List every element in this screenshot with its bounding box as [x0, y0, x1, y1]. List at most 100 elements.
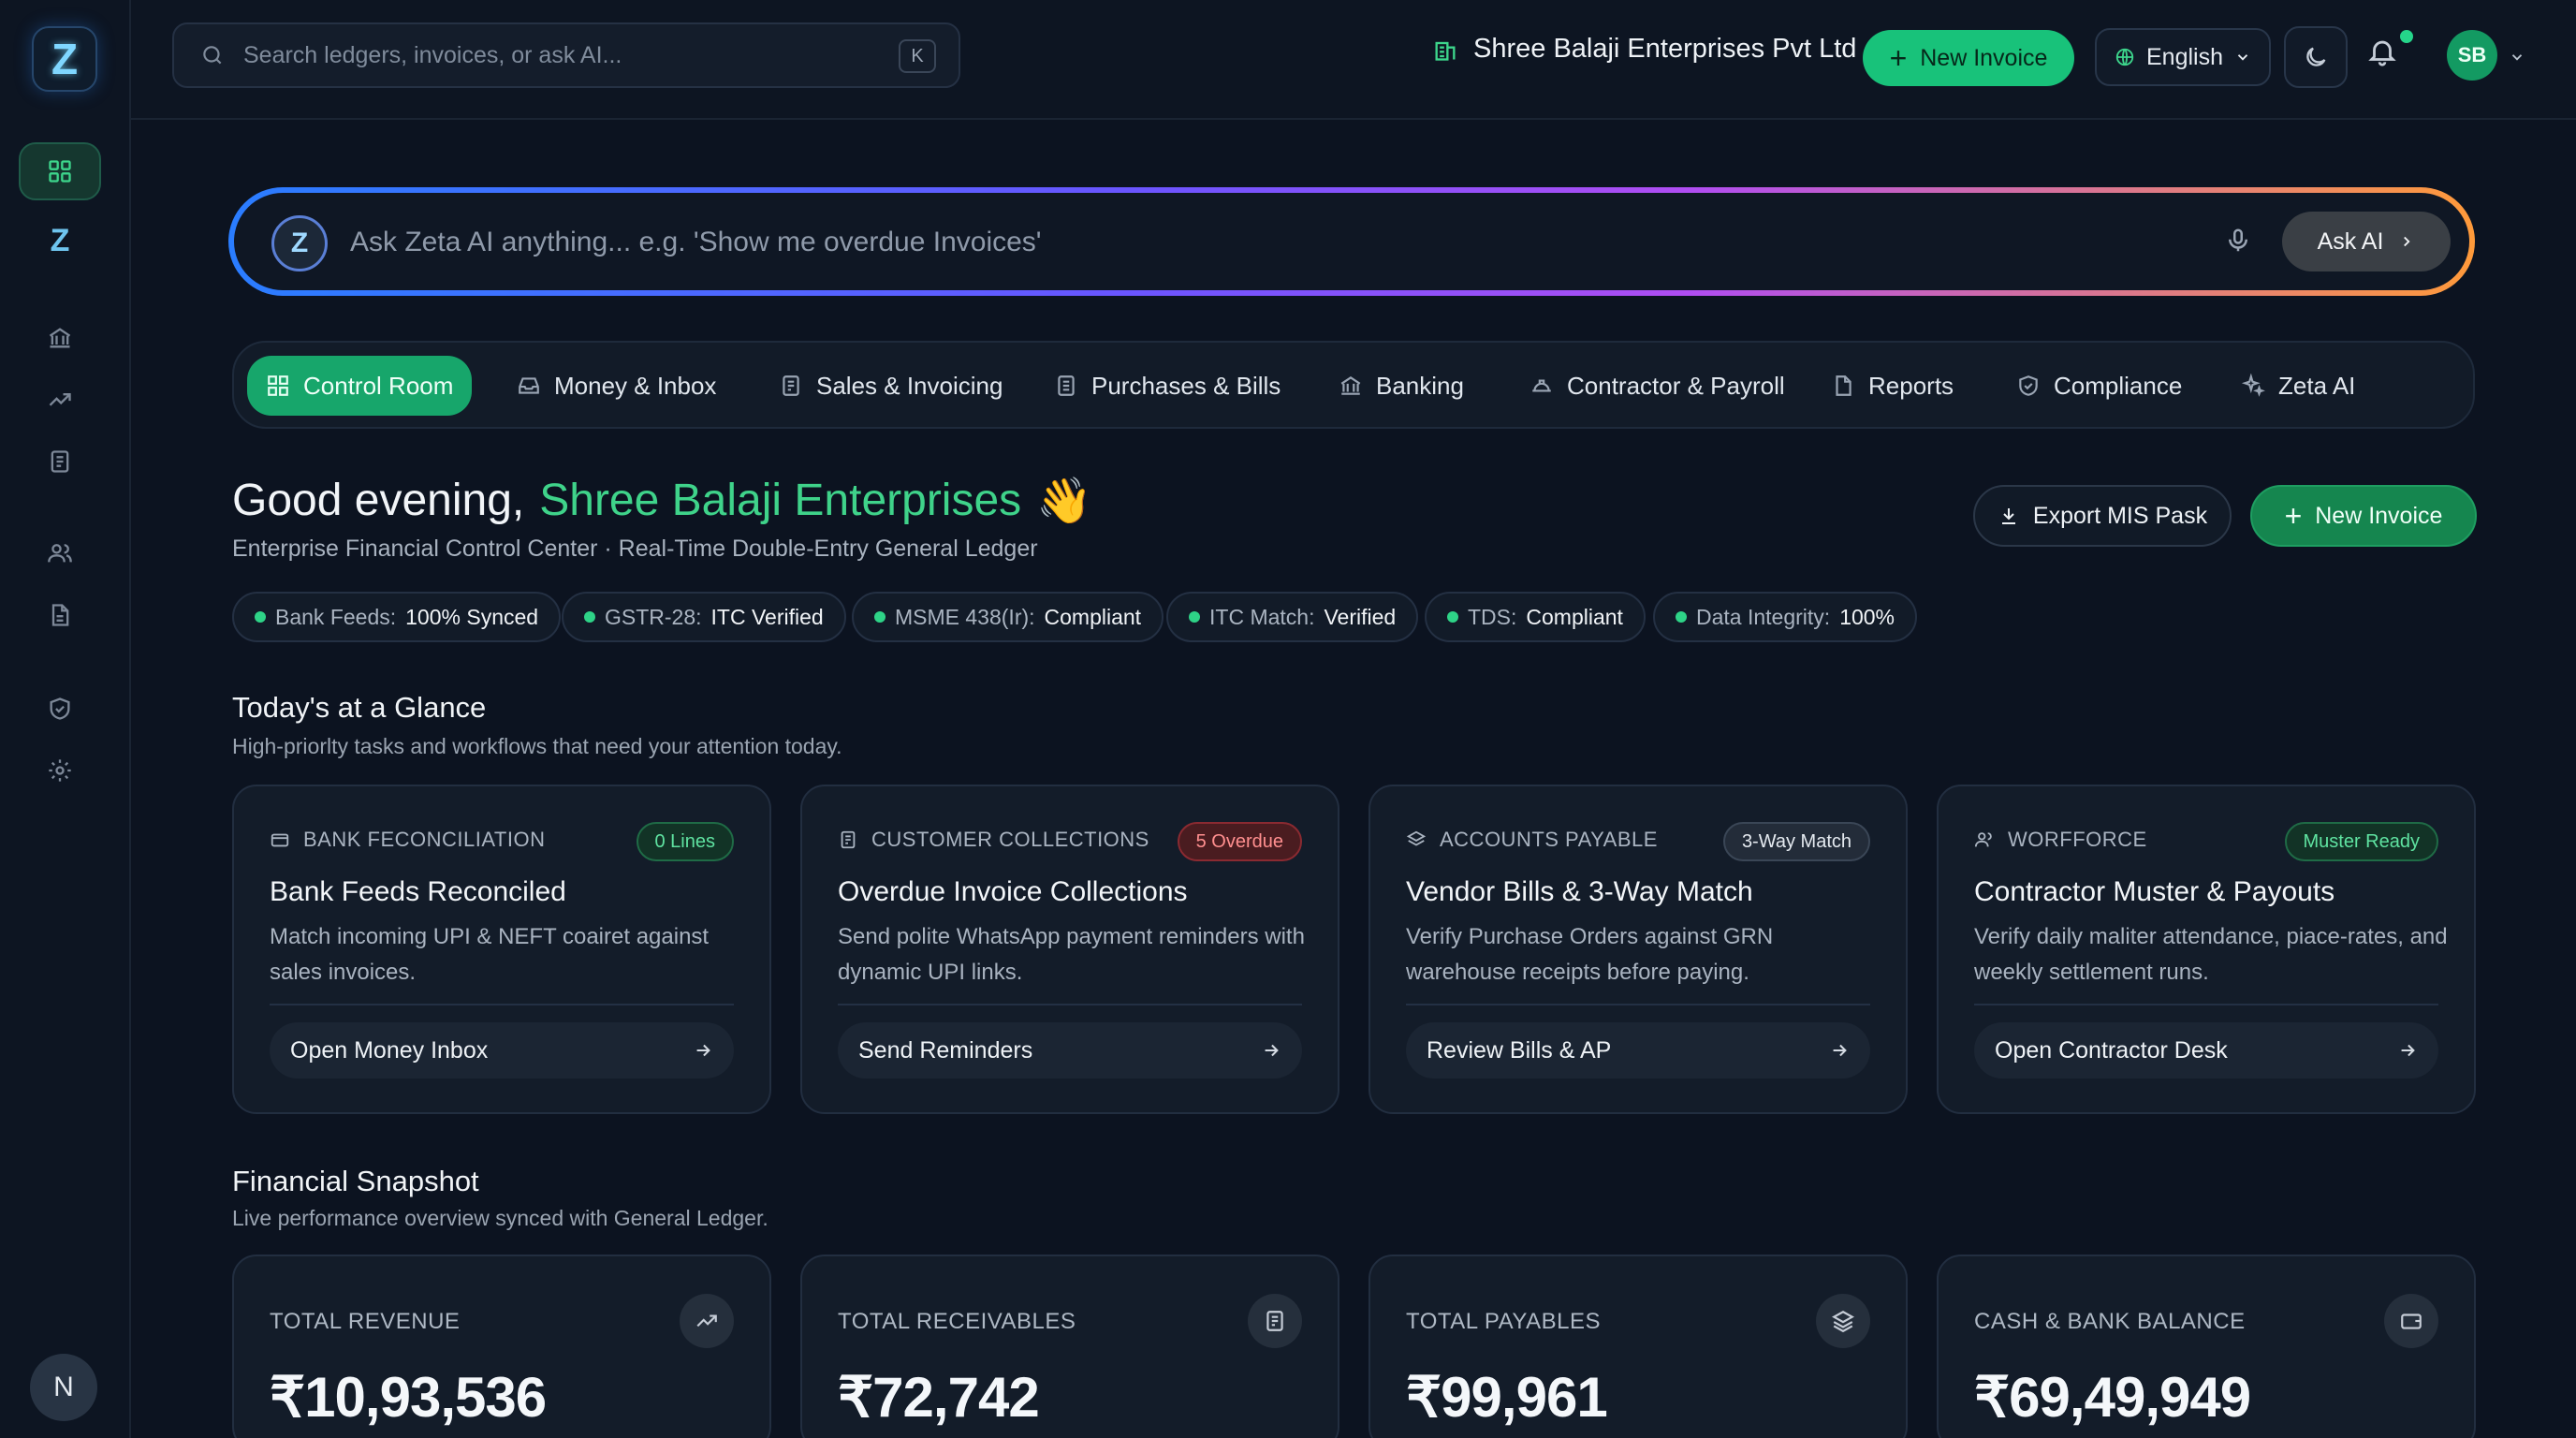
grid-icon — [268, 375, 288, 396]
tab-contractor-payroll[interactable]: Contractor & Payroll — [1511, 356, 1804, 416]
building-icon — [1435, 41, 1456, 61]
divider — [270, 1004, 734, 1005]
sidebar-item-zeta[interactable]: Z — [19, 212, 101, 270]
theme-toggle-button[interactable] — [2284, 26, 2348, 88]
arrow-right-icon — [1265, 1044, 1279, 1057]
action-label: Review Bills & AP — [1427, 1036, 1612, 1064]
bell-icon — [2368, 40, 2396, 66]
sidebar-item-reports[interactable] — [19, 371, 101, 429]
tab-label: Money & Inbox — [554, 371, 717, 400]
microphone-icon[interactable] — [2224, 227, 2252, 255]
sidebar-item-users[interactable] — [19, 524, 101, 582]
send-reminders-button[interactable]: Send Reminders — [838, 1022, 1302, 1078]
card-description: Match incoming UPI & NEFT coairet agains… — [270, 924, 710, 985]
dashboard-grid-icon — [49, 160, 71, 183]
card-description: Verify daily maliter attendance, piace-r… — [1974, 924, 2448, 985]
users-icon — [48, 544, 72, 563]
notifications-button[interactable] — [2366, 36, 2398, 67]
card-title: Contractor Muster & Payouts — [1974, 876, 2335, 907]
action-label: Open Contractor Desk — [1995, 1036, 2228, 1064]
hardhat-icon — [1532, 379, 1551, 392]
shield-icon — [50, 697, 70, 720]
page-greeting: Good evening, Shree Balaji Enterprises 👋 — [232, 474, 1092, 527]
plus-icon: + — [2284, 499, 2303, 533]
sidebar-item-ledger[interactable] — [19, 433, 101, 491]
user-avatar[interactable]: N — [30, 1354, 97, 1421]
metric-label: TOTAL RECEIVABLES — [838, 1309, 1076, 1334]
status-badge: 0 Lines — [636, 822, 734, 861]
tab-sales-invoicing[interactable]: Sales & Invoicing — [760, 356, 1021, 416]
company-switcher[interactable]: Shree Balaji Enterprises Pvt Ltd — [1432, 34, 1856, 65]
action-label: Open Money Inbox — [290, 1036, 489, 1064]
metric-value: ₹72,742 — [838, 1366, 1040, 1429]
page-subtitle: Enterprise Financial Control Center · Re… — [232, 536, 1038, 562]
sidebar-item-compliance[interactable] — [19, 680, 101, 738]
ask-ai-button[interactable]: Ask AI — [2282, 212, 2451, 271]
search-shortcut-key: K — [899, 39, 936, 73]
status-badge-tds: TDS: Compliant — [1425, 592, 1646, 642]
tab-label: Zeta AI — [2278, 371, 2356, 400]
bank-icon — [49, 328, 71, 348]
document-icon — [51, 604, 69, 626]
ask-ai-label: Ask AI — [2317, 227, 2384, 255]
kicker-label: ACCOUNTS PAYABLE — [1440, 828, 1658, 851]
tab-money-inbox[interactable]: Money & Inbox — [498, 356, 735, 416]
snapshot-card-receivables[interactable]: TOTAL RECEIVABLES ₹72,742 — [800, 1255, 1339, 1438]
badge-label: TDS: — [1468, 604, 1517, 629]
tab-label: Banking — [1376, 371, 1464, 400]
layers-icon — [1816, 1294, 1870, 1348]
ai-input[interactable]: Ask Zeta AI anything... e.g. 'Show me ov… — [350, 227, 1042, 258]
divider — [1406, 1004, 1870, 1005]
badge-label: Data Integrity: — [1696, 604, 1831, 629]
wallet-icon — [271, 833, 289, 847]
tab-banking[interactable]: Banking — [1320, 356, 1483, 416]
sidebar-item-banking[interactable] — [19, 309, 101, 367]
status-badge-data-integrity: Data Integrity: 100% — [1653, 592, 1918, 642]
snapshot-card-revenue[interactable]: TOTAL REVENUE ₹10,93,536 — [232, 1255, 771, 1438]
open-contractor-desk-button[interactable]: Open Contractor Desk — [1974, 1022, 2438, 1078]
sidebar: Z Z N — [0, 0, 131, 1438]
receipt-icon — [1248, 1294, 1302, 1348]
snapshot-card-cash-bank[interactable]: CASH & BANK BALANCE ₹69,49,949 — [1937, 1255, 2476, 1438]
new-invoice-button[interactable]: + New Invoice — [1863, 30, 2074, 86]
tab-control-room[interactable]: Control Room — [247, 356, 473, 416]
status-badge: 3-Way Match — [1722, 822, 1870, 861]
module-tabs: Control Room Money & Inbox Sales & Invoi… — [232, 341, 2475, 429]
profile-avatar[interactable]: SB — [2447, 30, 2497, 81]
tab-label: Reports — [1868, 371, 1954, 400]
profile-chevron-icon[interactable] — [2509, 49, 2525, 66]
inbox-icon — [519, 377, 539, 394]
snapshot-card-payables[interactable]: TOTAL PAYABLES ₹99,961 — [1368, 1255, 1908, 1438]
metric-label: TOTAL REVENUE — [270, 1309, 461, 1334]
language-label: English — [2146, 43, 2223, 70]
search-input[interactable]: Search ledgers, invoices, or ask AI... — [243, 42, 622, 69]
tab-purchases-bills[interactable]: Purchases & Bills — [1035, 356, 1299, 416]
sidebar-item-dashboard[interactable] — [19, 142, 101, 200]
app-logo[interactable]: Z — [32, 26, 97, 92]
card-title: Vendor Bills & 3-Way Match — [1406, 876, 1753, 907]
tab-reports[interactable]: Reports — [1812, 356, 1972, 416]
new-invoice-label: New Invoice — [1920, 44, 2048, 71]
card-kicker: BANK FECONCILIATION — [270, 828, 545, 852]
open-money-inbox-button[interactable]: Open Money Inbox — [270, 1022, 734, 1078]
status-badge-msme: MSME 438(Ir): Compliant — [852, 592, 1164, 642]
language-select[interactable]: English — [2095, 28, 2271, 86]
global-search[interactable]: Search ledgers, invoices, or ask AI... K — [172, 22, 960, 88]
review-bills-button[interactable]: Review Bills & AP — [1406, 1022, 1870, 1078]
status-dot — [1676, 611, 1687, 623]
tab-compliance[interactable]: Compliance — [1998, 356, 2201, 416]
export-mis-button[interactable]: Export MIS Pask — [1973, 485, 2232, 547]
kicker-label: WORFFORCE — [2008, 828, 2147, 851]
badge-value: Compliant — [1526, 604, 1623, 629]
sidebar-item-documents[interactable] — [19, 586, 101, 644]
new-invoice-button-secondary[interactable]: + New Invoice — [2250, 485, 2477, 547]
chevron-down-icon — [2237, 54, 2248, 61]
glance-subtitle: High-priorlty tasks and workflows that n… — [232, 734, 842, 758]
notification-dot — [2400, 30, 2413, 43]
wave-emoji: 👋 — [1036, 477, 1092, 526]
greeting-prefix: Good evening, — [232, 476, 525, 525]
snapshot-title: Financial Snapshot — [232, 1165, 479, 1197]
sidebar-item-settings[interactable] — [19, 741, 101, 800]
tab-zeta-ai[interactable]: Zeta AI — [2222, 356, 2374, 416]
company-name: Shree Balaji Enterprises Pvt Ltd — [1473, 34, 1857, 64]
